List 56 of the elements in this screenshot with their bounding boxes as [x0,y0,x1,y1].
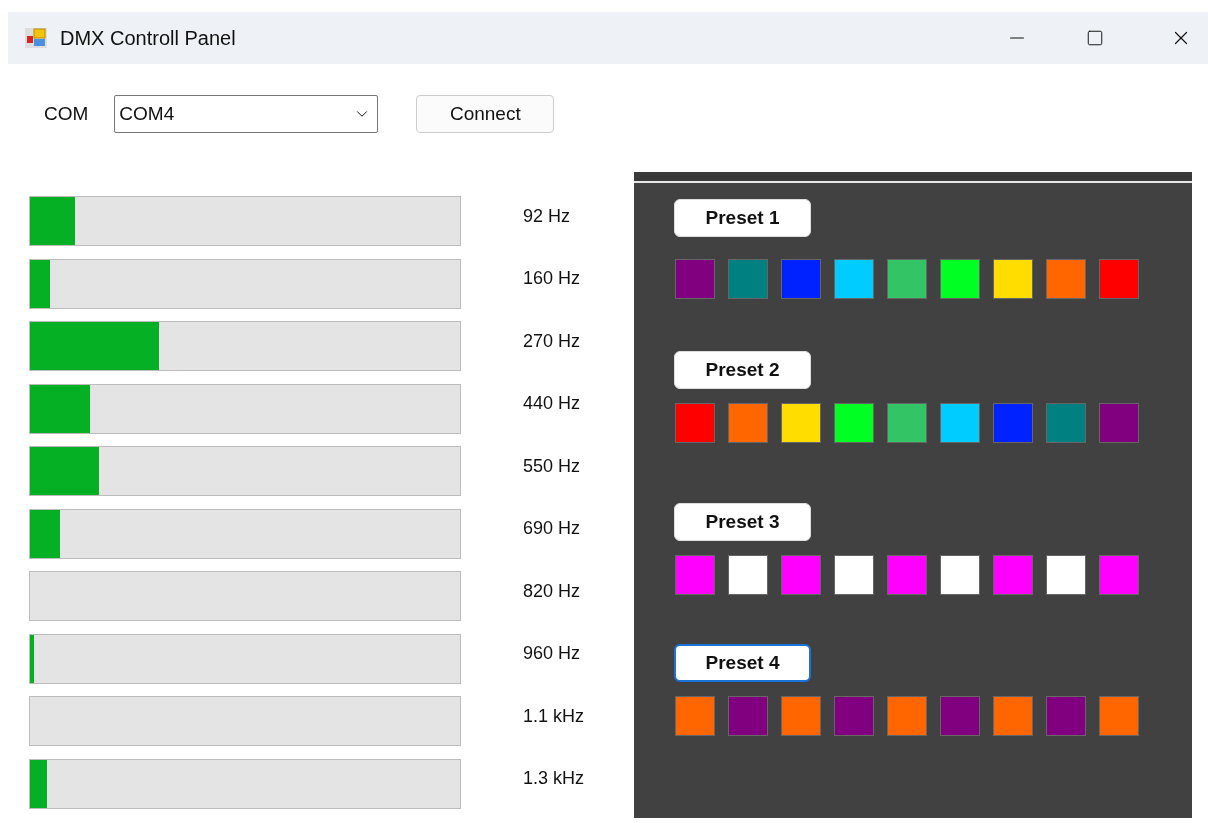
color-swatch[interactable] [1046,259,1087,299]
color-swatch[interactable] [940,696,981,736]
color-swatch[interactable] [1046,403,1087,443]
color-swatch[interactable] [993,555,1034,595]
color-swatch[interactable] [1046,555,1087,595]
color-swatch[interactable] [834,696,875,736]
frequency-label: 92 Hz [523,204,571,228]
color-swatch[interactable] [834,555,875,595]
frequency-label: 820 Hz [523,579,581,603]
maximize-icon[interactable] [1086,29,1104,47]
color-swatch[interactable] [834,403,875,443]
frequency-label: 1.3 kHz [523,767,585,790]
frequency-label: 960 Hz [523,642,581,665]
color-swatch[interactable] [728,555,769,595]
color-swatch[interactable] [834,259,875,299]
frequency-label: 160 Hz [523,267,581,290]
frequency-label: 1.1 kHz [523,704,585,728]
preset-button[interactable]: Preset 2 [674,351,812,389]
com-label: COM [44,101,89,126]
color-swatch[interactable] [887,403,928,443]
color-swatch[interactable] [993,259,1034,299]
preset-button[interactable]: Preset 1 [674,199,812,237]
color-swatch[interactable] [728,259,769,299]
color-swatch[interactable] [675,259,716,299]
frequency-label: 440 Hz [523,392,581,415]
color-swatch[interactable] [781,259,822,299]
color-swatch[interactable] [887,259,928,299]
preset-button[interactable]: Preset 3 [674,503,812,541]
com-dropdown[interactable]: COM4 [114,95,379,133]
color-swatch[interactable] [728,403,769,443]
color-swatch[interactable] [1099,403,1140,443]
color-swatch[interactable] [675,403,716,443]
color-swatch[interactable] [781,696,822,736]
preset-button[interactable]: Preset 4 [674,644,812,682]
color-swatch[interactable] [1046,696,1087,736]
frequency-label: 690 Hz [523,517,581,540]
color-swatch[interactable] [887,696,928,736]
color-swatch[interactable] [887,555,928,595]
color-swatch[interactable] [993,403,1034,443]
color-swatch[interactable] [940,259,981,299]
color-swatch[interactable] [940,555,981,595]
color-swatch[interactable] [728,696,769,736]
color-swatch[interactable] [1099,259,1140,299]
frequency-label: 270 Hz [523,329,581,353]
color-swatch[interactable] [781,555,822,595]
frequency-label: 550 Hz [523,454,581,478]
color-swatch[interactable] [993,696,1034,736]
color-swatch[interactable] [940,403,981,443]
color-swatch[interactable] [781,403,822,443]
connect-button[interactable]: Connect [416,95,555,133]
color-swatch[interactable] [675,696,716,736]
color-swatch[interactable] [1099,696,1140,736]
app-icon [24,26,48,50]
color-swatch[interactable] [675,555,716,595]
window-title: DMX Controll Panel [60,26,236,51]
color-swatch[interactable] [1099,555,1140,595]
